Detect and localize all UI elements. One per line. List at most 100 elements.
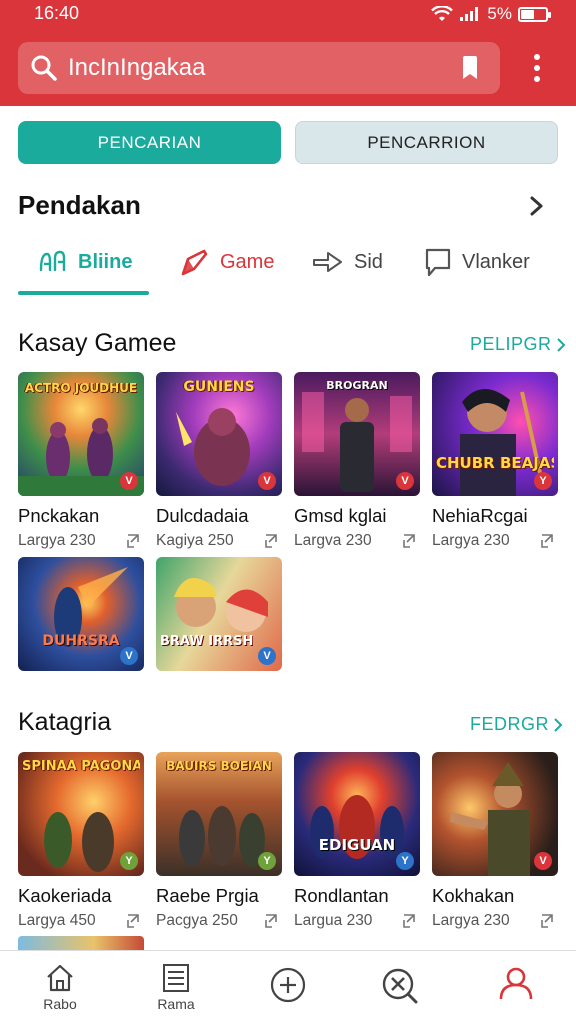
chevron-right-icon xyxy=(556,337,565,352)
game-title: Dulcdadaia xyxy=(156,505,249,526)
share-arrow-icon xyxy=(313,252,342,272)
game-badge: V xyxy=(258,647,276,665)
nav-profile[interactable] xyxy=(476,965,556,1004)
game-subtitle: Kagiya 250 xyxy=(156,532,234,549)
game-title: Kaokeriada xyxy=(18,885,112,906)
battery-percent: 5% xyxy=(487,4,512,23)
profile-icon xyxy=(499,967,533,1000)
share-icon[interactable] xyxy=(402,913,418,929)
search-close-icon xyxy=(382,968,418,1004)
game-art-title: BRAW IRRSH xyxy=(160,635,254,649)
game-card[interactable]: CHUBR BEAJAS Y NehiaRcgai Largya 230 xyxy=(432,372,558,550)
search-bar[interactable]: IncInIngakaa xyxy=(18,42,500,94)
game-card[interactable]: EDIGUAN Y Rondlantan Largua 230 xyxy=(294,752,420,930)
share-icon[interactable] xyxy=(126,533,142,549)
signal-icon xyxy=(460,7,479,21)
tab-vlanker-label: Vlanker xyxy=(462,250,530,273)
game-thumbnail: CHUBR BEAJAS Y xyxy=(432,372,558,496)
tab-game[interactable]: Game xyxy=(180,240,274,284)
game-subtitle: Largya 450 xyxy=(18,912,96,929)
game-card[interactable]: SPINAA PAGONAF Y Kaokeriada Largya 450 xyxy=(18,752,144,930)
tab-sid[interactable]: Sid xyxy=(312,240,383,284)
nav-home[interactable]: Rabo xyxy=(20,963,100,1012)
game-art-title: BROGRAN xyxy=(326,380,388,392)
bottom-navigation: Rabo Rama xyxy=(0,950,576,1024)
wifi-icon xyxy=(431,6,454,21)
game-art-title: EDIGUAN xyxy=(318,838,396,854)
game-badge: V xyxy=(258,472,276,490)
game-subtitle: Pacgya 250 xyxy=(156,912,238,929)
chevron-right-icon[interactable] xyxy=(528,195,546,217)
game-card[interactable]: GUNIENS V Dulcdadaia Kagiya 250 xyxy=(156,372,282,550)
share-icon[interactable] xyxy=(126,913,142,929)
status-icons: 5% xyxy=(431,4,551,24)
see-all-category-label: FEDRGR xyxy=(470,714,549,734)
game-badge: V xyxy=(396,472,414,490)
game-subtitle: Largya 230 xyxy=(18,532,96,549)
game-subtitle: Largua 230 xyxy=(294,912,373,929)
more-vertical-icon xyxy=(534,54,540,82)
pen-icon xyxy=(181,249,208,276)
game-thumbnail: BRAW IRRSH V xyxy=(156,557,282,671)
game-card[interactable]: V Kokhakan Largya 230 xyxy=(432,752,558,930)
game-subtitle: Largva 230 xyxy=(294,532,372,549)
game-meta: Largua 230 xyxy=(294,912,420,930)
search-icon xyxy=(31,55,57,81)
game-badge: Y xyxy=(120,852,138,870)
nav-list-label: Rama xyxy=(157,996,195,1012)
section-title-games: Kasay Gamee xyxy=(18,329,177,357)
tab-bliine[interactable]: Bliine xyxy=(38,240,132,284)
game-title: Gmsd kglai xyxy=(294,505,387,526)
game-card[interactable]: DUHRSRA V xyxy=(18,557,144,671)
active-tab-indicator xyxy=(18,291,149,295)
see-all-games-link[interactable]: PELIPGR xyxy=(470,334,566,355)
game-card[interactable]: ACTRO JOUDHUE V Pnckakan Largya 230 xyxy=(18,372,144,550)
status-bar: 16:40 5% xyxy=(0,0,576,28)
list-icon xyxy=(163,964,189,992)
share-icon[interactable] xyxy=(264,913,280,929)
share-icon[interactable] xyxy=(402,533,418,549)
add-circle-icon xyxy=(270,967,306,1003)
analytics-icon xyxy=(39,250,66,272)
game-badge: Y xyxy=(396,852,414,870)
game-thumbnail: V xyxy=(432,752,558,876)
home-icon xyxy=(47,964,73,992)
nav-search-close[interactable] xyxy=(360,967,440,1008)
share-icon[interactable] xyxy=(540,913,556,929)
game-title: NehiaRcgai xyxy=(432,505,528,526)
game-thumbnail: EDIGUAN Y xyxy=(294,752,420,876)
game-thumbnail: GUNIENS V xyxy=(156,372,282,496)
more-menu-button[interactable] xyxy=(522,48,552,88)
game-badge: V xyxy=(120,647,138,665)
next-card-peek xyxy=(18,936,144,950)
game-badge: Y xyxy=(534,472,552,490)
game-art-title: BAUIRS BOEIAN xyxy=(166,760,272,773)
game-thumbnail: BAUIRS BOEIAN Y xyxy=(156,752,282,876)
bookmark-button[interactable] xyxy=(452,50,488,86)
share-icon[interactable] xyxy=(264,533,280,549)
game-meta: Pacgya 250 xyxy=(156,912,282,930)
segment-pencarian[interactable]: PENCARIAN xyxy=(18,121,281,164)
game-art-title: SPINAA PAGONAF xyxy=(22,760,140,774)
game-subtitle: Largya 230 xyxy=(432,532,510,549)
nav-add[interactable] xyxy=(248,967,328,1006)
game-thumbnail: ACTRO JOUDHUE V xyxy=(18,372,144,496)
game-card[interactable]: BAUIRS BOEIAN Y Raebe Prgia Pacgya 250 xyxy=(156,752,282,930)
game-card[interactable]: BRAW IRRSH V xyxy=(156,557,282,671)
see-all-category-link[interactable]: FEDRGR xyxy=(470,714,563,735)
game-badge: V xyxy=(120,472,138,490)
tab-bliine-label: Bliine xyxy=(78,250,133,273)
segment-pencarrion[interactable]: PENCARRION xyxy=(295,121,558,164)
tab-vlanker[interactable]: Vlanker xyxy=(424,240,530,284)
nav-list[interactable]: Rama xyxy=(136,963,216,1012)
game-meta: Largya 230 xyxy=(18,532,144,550)
game-meta: Largva 230 xyxy=(294,532,420,550)
game-art-title: DUHRSRA xyxy=(42,634,120,649)
game-meta: Largya 450 xyxy=(18,912,144,930)
share-icon[interactable] xyxy=(540,533,556,549)
game-card[interactable]: BROGRAN V Gmsd kglai Largva 230 xyxy=(294,372,420,550)
game-badge: Y xyxy=(258,852,276,870)
search-input[interactable]: IncInIngakaa xyxy=(68,54,452,82)
game-meta: Largya 230 xyxy=(432,912,558,930)
tab-sid-label: Sid xyxy=(354,250,383,273)
